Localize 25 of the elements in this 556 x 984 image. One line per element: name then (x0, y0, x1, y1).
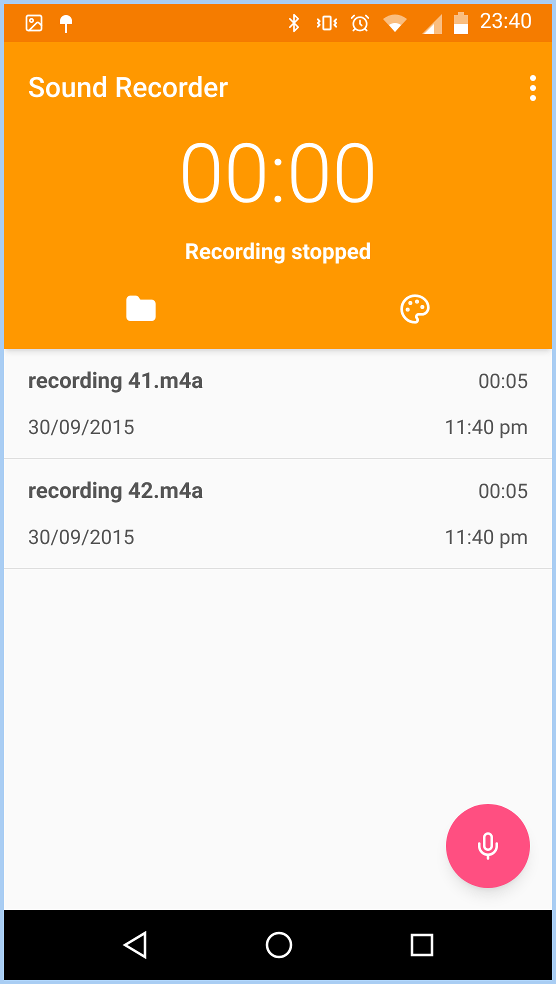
recording-duration: 00:05 (478, 368, 528, 395)
recording-duration: 00:05 (478, 478, 528, 505)
app-title: Sound Recorder (28, 70, 230, 106)
status-time: 23:40 (480, 9, 532, 36)
recording-item[interactable]: recording 42.m4a 00:05 30/09/2015 11:40 pm (4, 459, 552, 569)
back-icon[interactable] (122, 931, 148, 959)
recording-name: recording 42.m4a (28, 478, 204, 506)
image-icon (24, 13, 44, 33)
alarm-icon (350, 13, 370, 33)
signal-icon (420, 12, 442, 34)
more-options-button[interactable] (530, 75, 536, 101)
palette-icon (399, 293, 431, 325)
battery-icon (454, 12, 468, 34)
recording-item[interactable]: recording 41.m4a 00:05 30/09/2015 11:40 pm (4, 349, 552, 459)
recording-name: recording 41.m4a (28, 368, 204, 396)
recents-icon[interactable] (410, 933, 434, 957)
recording-status: Recording stopped (184, 239, 372, 267)
recording-date: 30/09/2015 (28, 524, 134, 551)
home-icon[interactable] (264, 931, 293, 959)
timer-display: 00:00 (178, 134, 378, 216)
more-options-icon (530, 75, 536, 101)
recording-date: 30/09/2015 (28, 414, 134, 441)
recording-time: 11:40 pm (444, 524, 528, 551)
wifi-icon (382, 13, 408, 33)
recording-time: 11:40 pm (444, 414, 528, 441)
